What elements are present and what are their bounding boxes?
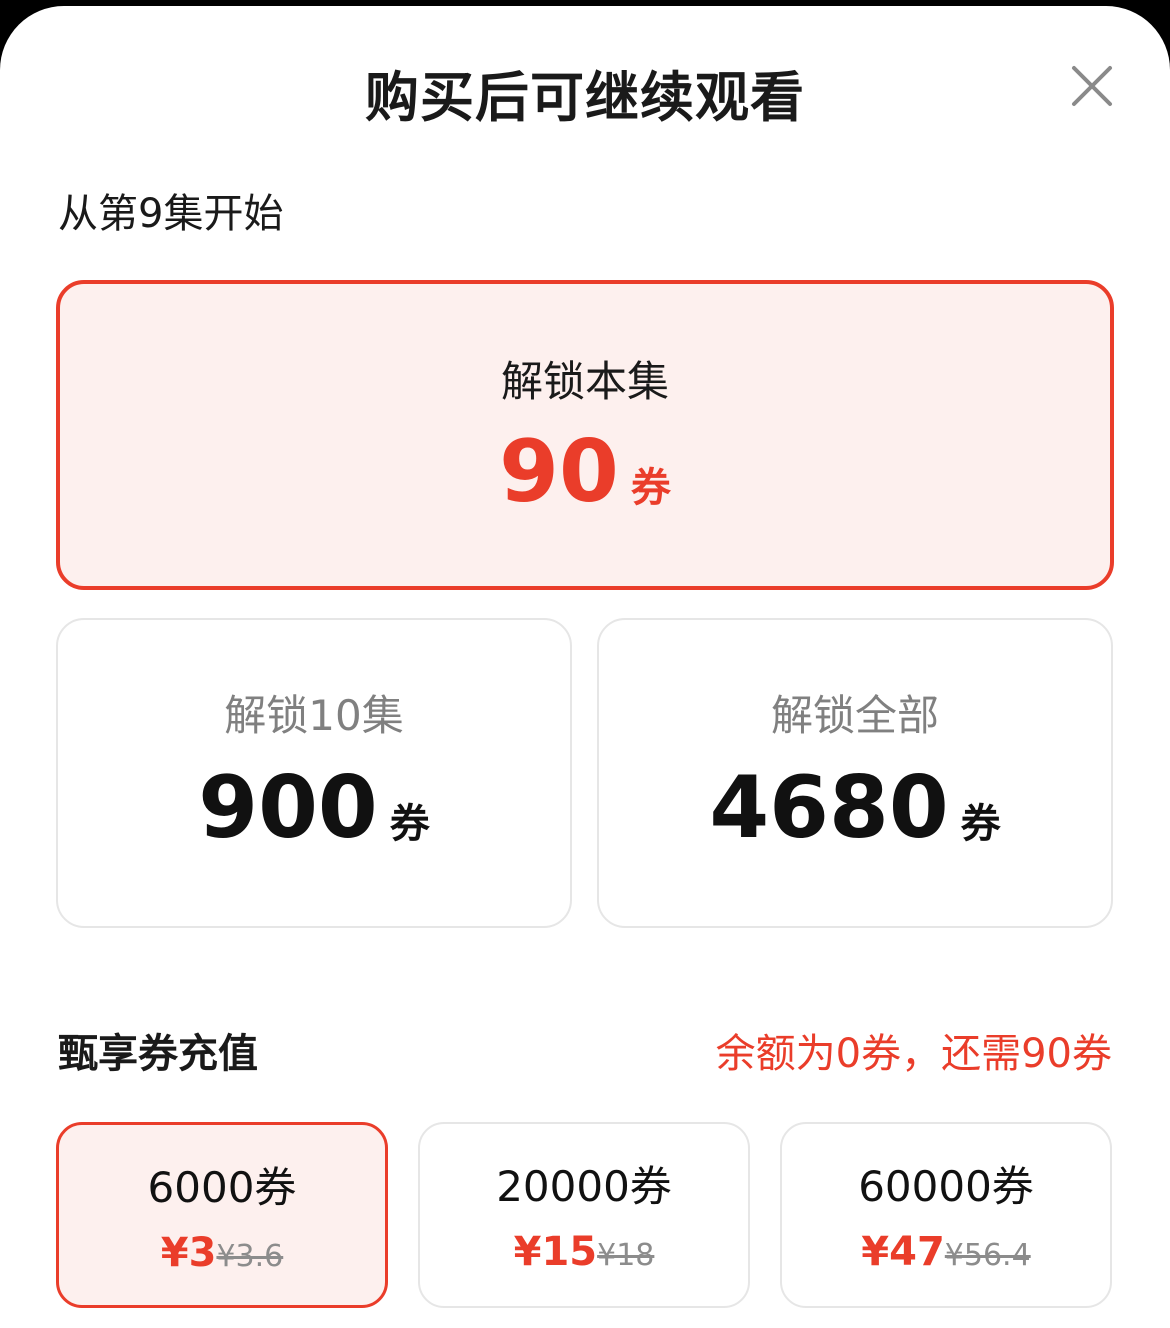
purchase-sheet: 购买后可继续观看 从第9集开始 解锁本集 90 券 解锁10集 900 券 解锁全部… <box>0 6 1170 1328</box>
sheet-title: 购买后可继续观看 <box>365 66 805 129</box>
option-label: 解锁全部 <box>770 691 939 740</box>
package-price: ¥15 <box>513 1229 598 1275</box>
option-price-unit: 券 <box>960 801 1001 847</box>
package-cost: ¥47¥56.4 <box>782 1224 1110 1288</box>
option-price: 90 券 <box>60 422 1110 546</box>
package-amount: 6000券 <box>147 1163 297 1212</box>
package-original-price: ¥18 <box>597 1238 655 1273</box>
option-price: 900 券 <box>58 758 570 882</box>
package-amount: 20000券 <box>496 1162 672 1211</box>
option-label: 解锁本集 <box>500 357 669 406</box>
option-price-unit: 券 <box>389 801 430 847</box>
option-price-unit: 券 <box>630 465 671 511</box>
package-cost: ¥15¥18 <box>420 1224 748 1288</box>
recharge-package-60000[interactable]: 60000券 ¥47¥56.4 <box>780 1122 1112 1308</box>
close-icon <box>1072 66 1112 106</box>
unlock-this-episode-option[interactable]: 解锁本集 90 券 <box>56 280 1114 590</box>
option-price-value: 4680 <box>709 758 949 858</box>
package-price: ¥47 <box>861 1229 945 1275</box>
package-price: ¥3 <box>160 1230 217 1276</box>
package-cost: ¥3¥3.6 <box>59 1225 385 1289</box>
close-button[interactable] <box>1062 56 1122 116</box>
recharge-package-20000[interactable]: 20000券 ¥15¥18 <box>418 1122 750 1308</box>
recharge-package-6000[interactable]: 6000券 ¥3¥3.6 <box>56 1122 388 1308</box>
option-label: 解锁10集 <box>224 691 404 740</box>
balance-notice: 余额为0券，还需90券 <box>715 1031 1112 1077</box>
unlock-10-episodes-option[interactable]: 解锁10集 900 券 <box>56 618 572 928</box>
option-price-value: 900 <box>198 758 378 858</box>
recharge-section-title: 甄享券充值 <box>58 1031 258 1077</box>
option-price-value: 90 <box>499 422 619 522</box>
start-episode-label: 从第9集开始 <box>58 191 284 237</box>
unlock-all-option[interactable]: 解锁全部 4680 券 <box>597 618 1113 928</box>
package-amount: 60000券 <box>858 1162 1034 1211</box>
package-original-price: ¥3.6 <box>216 1239 284 1274</box>
option-price: 4680 券 <box>599 758 1111 882</box>
package-original-price: ¥56.4 <box>944 1238 1031 1273</box>
